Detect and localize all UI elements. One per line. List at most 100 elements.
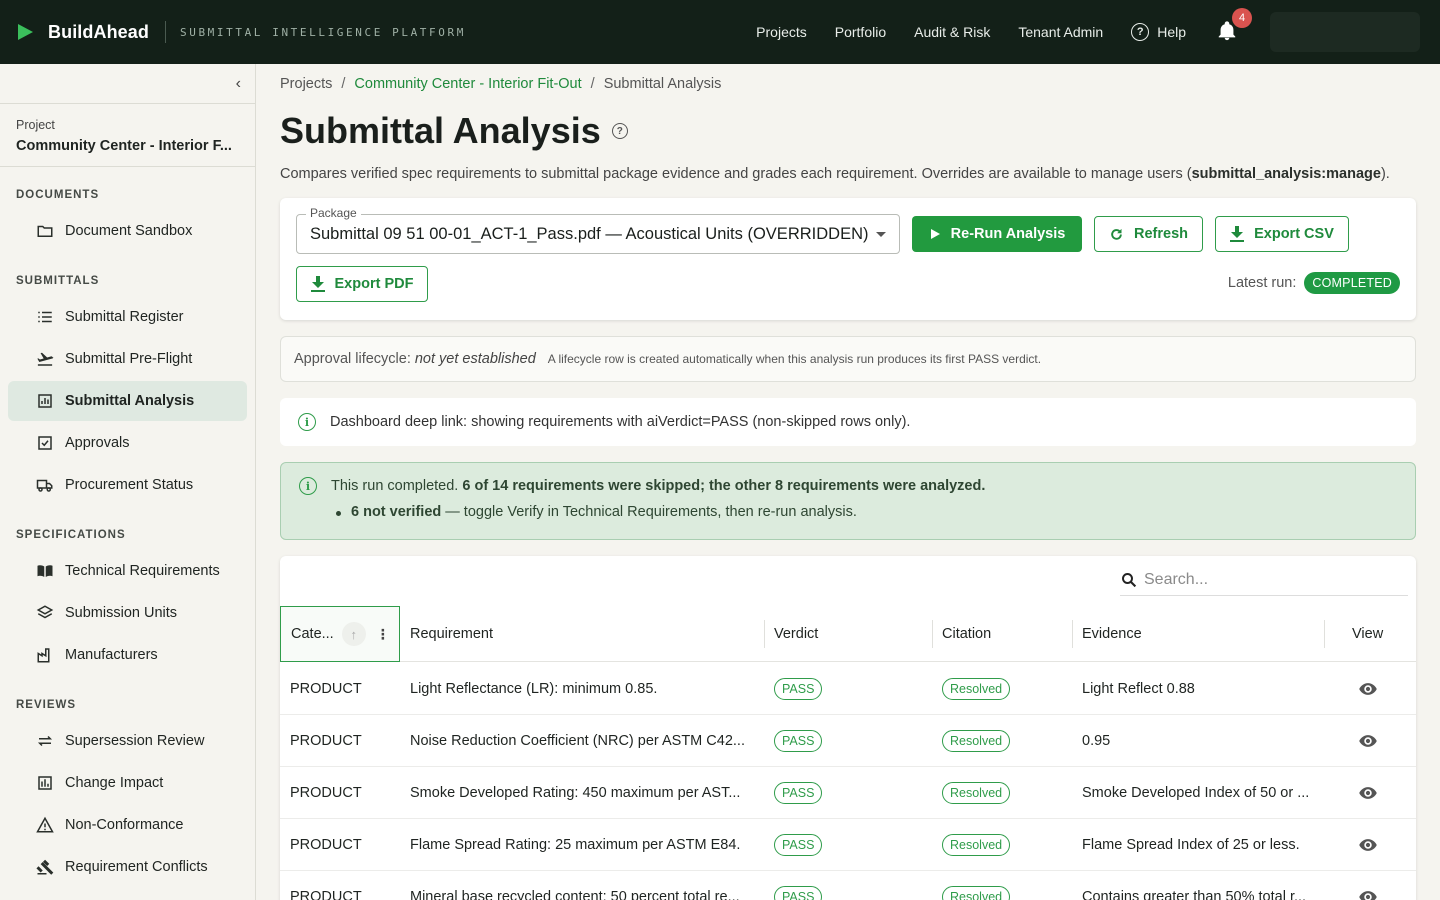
cell-citation: Resolved xyxy=(932,767,1072,819)
sidebar-item-document-sandbox[interactable]: Document Sandbox xyxy=(8,211,247,251)
eye-icon[interactable] xyxy=(1358,783,1378,803)
brand[interactable]: BuildAhead SUBMITTAL INTELLIGENCE PLATFO… xyxy=(18,21,466,43)
verdict-chip: PASS xyxy=(774,730,823,752)
sort-arrow-icon[interactable]: ↑ xyxy=(341,622,366,646)
cell-category: PRODUCT xyxy=(290,733,362,749)
citation-chip[interactable]: Resolved xyxy=(942,730,1011,752)
column-header-evidence[interactable]: Evidence xyxy=(1072,606,1324,662)
list-icon xyxy=(36,308,54,326)
citation-chip[interactable]: Resolved xyxy=(942,886,1011,900)
table-row[interactable]: PRODUCT Noise Reduction Coefficient (NRC)… xyxy=(280,715,1416,767)
table-row[interactable]: PRODUCT Flame Spread Rating: 25 maximum p… xyxy=(280,819,1416,871)
book-icon xyxy=(36,562,54,580)
citation-chip[interactable]: Resolved xyxy=(942,834,1011,856)
deep-link-banner: i Dashboard deep link: showing requireme… xyxy=(280,398,1416,446)
sidebar-item-submission-units[interactable]: Submission Units xyxy=(8,593,247,633)
notifications-button[interactable]: 4 xyxy=(1216,8,1252,44)
page-title: Submittal Analysis xyxy=(280,110,601,151)
search-input[interactable]: Search... xyxy=(1144,571,1208,589)
table-row[interactable]: PRODUCT Light Reflectance (LR): minimum 0… xyxy=(280,663,1416,715)
sidebar-item-submittal-register[interactable]: Submittal Register xyxy=(8,297,247,337)
sidebar-item-procurement-status[interactable]: Procurement Status xyxy=(8,465,247,505)
breadcrumb-project[interactable]: Community Center - Interior Fit-Out xyxy=(354,76,581,92)
caret-down-icon xyxy=(876,232,886,237)
eye-icon[interactable] xyxy=(1358,887,1378,900)
sidebar-item-manufacturers[interactable]: Manufacturers xyxy=(8,635,247,675)
nav-help[interactable]: ? Help xyxy=(1131,23,1186,41)
user-menu[interactable] xyxy=(1270,12,1420,52)
sidebar-item-label: Manufacturers xyxy=(65,647,158,663)
cell-category: PRODUCT xyxy=(290,785,362,801)
citation-chip[interactable]: Resolved xyxy=(942,782,1011,804)
project-label: Project xyxy=(16,118,55,132)
eye-icon[interactable] xyxy=(1358,731,1378,751)
refresh-button[interactable]: Refresh xyxy=(1094,216,1203,252)
cell-requirement: Flame Spread Rating: 25 maximum per ASTM… xyxy=(410,837,741,853)
section-documents: DOCUMENTS xyxy=(16,189,100,201)
cell-requirement: Light Reflectance (LR): minimum 0.85. xyxy=(410,681,658,697)
cell-verdict: PASS xyxy=(764,715,932,767)
cell-citation: Resolved xyxy=(932,871,1072,900)
sidebar-item-supersession-review[interactable]: Supersession Review xyxy=(8,721,247,761)
search-box[interactable]: Search... xyxy=(1120,564,1408,596)
status-badge: COMPLETED xyxy=(1304,272,1400,294)
table-row[interactable]: PRODUCT Mineral base recycled content: 50… xyxy=(280,871,1416,900)
analytics-icon xyxy=(36,392,54,410)
column-header-verdict[interactable]: Verdict xyxy=(764,606,932,662)
nav-tenant-admin[interactable]: Tenant Admin xyxy=(1018,24,1103,40)
citation-chip[interactable]: Resolved xyxy=(942,678,1011,700)
sidebar-item-technical-requirements[interactable]: Technical Requirements xyxy=(8,551,247,591)
column-menu-icon[interactable]: ⋮ xyxy=(376,626,390,643)
sidebar-item-label: Submittal Analysis xyxy=(65,393,195,409)
column-header-requirement[interactable]: Requirement xyxy=(400,606,764,662)
warning-icon xyxy=(36,816,54,834)
download-icon xyxy=(1230,226,1245,242)
chart-icon xyxy=(36,774,54,792)
notification-count-badge: 4 xyxy=(1232,8,1252,28)
sidebar-item-change-impact[interactable]: Change Impact xyxy=(8,763,247,803)
lifecycle-label: Approval lifecycle: xyxy=(294,351,411,367)
package-select[interactable]: Package Submittal 09 51 00-01_ACT-1_Pass… xyxy=(296,206,900,254)
sidebar-item-submittal-analysis[interactable]: Submittal Analysis xyxy=(8,381,247,421)
project-selector[interactable]: Project Community Center - Interior F... xyxy=(0,104,255,167)
column-header-citation[interactable]: Citation xyxy=(932,606,1072,662)
sidebar-item-label: Technical Requirements xyxy=(65,563,220,579)
cell-verdict: PASS xyxy=(764,767,932,819)
nav-audit-risk[interactable]: Audit & Risk xyxy=(914,24,990,40)
nav-portfolio[interactable]: Portfolio xyxy=(835,24,886,40)
sidebar-item-submittal-preflight[interactable]: Submittal Pre-Flight xyxy=(8,339,247,379)
brand-divider xyxy=(165,21,167,43)
main-content: Projects / Community Center - Interior F… xyxy=(280,64,1416,900)
download-icon xyxy=(310,276,325,292)
lifecycle-note: A lifecycle row is created automatically… xyxy=(547,352,1042,366)
cell-view xyxy=(1348,871,1408,900)
sidebar-item-approvals[interactable]: Approvals xyxy=(8,423,247,463)
column-header-view: View xyxy=(1352,626,1384,642)
nav-projects[interactable]: Projects xyxy=(756,24,807,40)
cell-citation: Resolved xyxy=(932,715,1072,767)
export-pdf-button[interactable]: Export PDF xyxy=(296,266,428,302)
table-row[interactable]: PRODUCT Smoke Developed Rating: 450 maxim… xyxy=(280,767,1416,819)
rerun-analysis-button[interactable]: Re-Run Analysis xyxy=(912,216,1082,252)
package-value: Submittal 09 51 00-01_ACT-1_Pass.pdf — A… xyxy=(310,225,869,243)
cell-verdict: PASS xyxy=(764,871,932,900)
truck-icon xyxy=(36,476,54,494)
breadcrumb-projects[interactable]: Projects xyxy=(280,76,332,92)
cell-evidence: 0.95 xyxy=(1082,733,1111,749)
help-circle-icon[interactable]: ? xyxy=(611,123,628,139)
collapse-sidebar-button[interactable]: ‹ xyxy=(0,64,255,104)
section-submittals: SUBMITTALS xyxy=(16,275,100,287)
subtitle-permission: submittal_analysis:manage xyxy=(1191,166,1381,182)
verdict-chip: PASS xyxy=(774,886,823,900)
column-header-category[interactable]: Cate... ↑ ⋮ xyxy=(280,606,400,662)
sidebar-item-label: Submittal Register xyxy=(65,309,184,325)
eye-icon[interactable] xyxy=(1358,835,1378,855)
approval-lifecycle-banner: Approval lifecycle: not yet established … xyxy=(280,336,1416,382)
export-csv-button[interactable]: Export CSV xyxy=(1215,216,1349,252)
sidebar-item-non-conformance[interactable]: Non-Conformance xyxy=(8,805,247,845)
eye-icon[interactable] xyxy=(1358,679,1378,699)
layers-icon xyxy=(36,604,54,622)
section-specifications: SPECIFICATIONS xyxy=(16,529,126,541)
sidebar-item-requirement-conflicts[interactable]: Requirement Conflicts xyxy=(8,847,247,887)
export-csv-label: Export CSV xyxy=(1254,226,1334,242)
